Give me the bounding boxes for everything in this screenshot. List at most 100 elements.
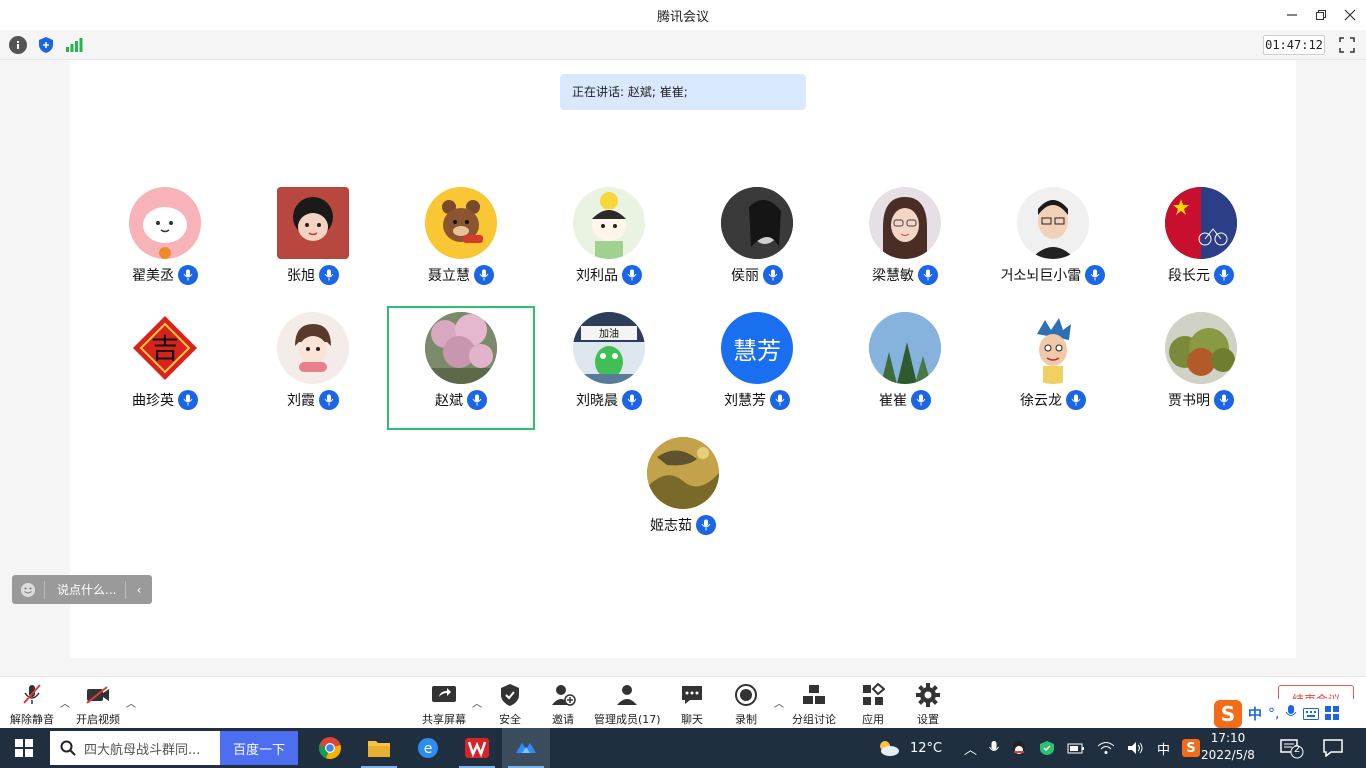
avatar: [721, 187, 793, 259]
fullscreen-icon: [1339, 37, 1355, 53]
audio-options-chevron-up-icon[interactable]: ︿: [60, 695, 70, 710]
mic-muted-icon: [19, 683, 45, 707]
shield-icon: [497, 683, 523, 707]
minimize-button[interactable]: [1280, 3, 1304, 27]
avatar: [869, 312, 941, 384]
invite-button[interactable]: 邀请: [550, 683, 576, 727]
avatar: 慧芳: [721, 312, 793, 384]
avatar-initials: 慧芳: [733, 336, 781, 365]
participant-tile[interactable]: 慧芳 刘慧芳: [683, 306, 831, 430]
apps-icon: [860, 683, 886, 707]
wifi-icon: [1097, 742, 1115, 754]
settings-button[interactable]: 设置: [915, 683, 941, 727]
taskbar-file-explorer[interactable]: [355, 728, 403, 768]
security-button[interactable]: 安全: [497, 683, 523, 727]
chat-button[interactable]: 聊天: [679, 683, 705, 727]
participant-tile[interactable]: 贾书明: [1127, 306, 1275, 430]
emoji-icon[interactable]: [12, 582, 44, 598]
participant-tile[interactable]: 刘霞: [239, 306, 387, 430]
members-icon: [614, 683, 640, 707]
tencent-meeting-icon: [516, 743, 536, 753]
taskbar-wps[interactable]: [453, 728, 501, 768]
participant-tile[interactable]: 加油 刘晓晨: [535, 306, 683, 430]
input-language[interactable]: 中: [1157, 739, 1170, 758]
security-shield-icon[interactable]: [37, 36, 55, 54]
start-button[interactable]: [0, 728, 48, 768]
participant-name: 崔崔: [879, 393, 907, 409]
mic-icon: [319, 265, 339, 285]
chat-quick-input[interactable]: 说点什么... ‹: [12, 575, 152, 604]
baidu-search-button[interactable]: 百度一下: [220, 731, 298, 765]
mic-icon: [1214, 265, 1234, 285]
participant-name: 曲珍英: [132, 393, 174, 409]
participant-tile[interactable]: 徐云龙: [979, 306, 1127, 430]
avatar: [277, 187, 349, 259]
signal-strength-icon[interactable]: [65, 36, 83, 54]
mic-icon: [178, 265, 198, 285]
ime-mode[interactable]: 中: [1248, 704, 1262, 724]
avatar: [573, 187, 645, 259]
apps-button[interactable]: 应用: [860, 683, 886, 727]
taskbar-clock[interactable]: 17:10 2022/5/8: [1196, 730, 1260, 764]
participant-name: 聂立慧: [428, 268, 470, 284]
mic-icon: [474, 265, 494, 285]
participant-name: 姬志茹: [650, 518, 692, 534]
mic-icon: [1085, 265, 1106, 285]
avatar: 吉: [129, 312, 201, 384]
breakout-grid-icon: [801, 683, 827, 707]
ime-keyboard-icon[interactable]: [1303, 705, 1320, 724]
taskbar-tencent-meeting[interactable]: [502, 728, 550, 768]
start-video-button[interactable]: 开启视频: [76, 683, 120, 727]
participant-tile[interactable]: 崔崔: [831, 306, 979, 430]
tray-expand-chevron-icon[interactable]: ︿: [964, 739, 977, 758]
participant-tile[interactable]: 刘利品: [535, 181, 683, 305]
participant-tile[interactable]: 段长元: [1127, 181, 1275, 305]
taskbar-chrome[interactable]: [306, 728, 354, 768]
participant-tile[interactable]: 聂立慧: [387, 181, 535, 305]
record-options-chevron-up-icon[interactable]: ︿: [774, 695, 784, 710]
close-button[interactable]: [1338, 3, 1362, 27]
avatar: [277, 312, 349, 384]
collapse-chevron-icon[interactable]: ‹: [126, 583, 152, 597]
fullscreen-button[interactable]: [1338, 36, 1356, 54]
info-icon[interactable]: [9, 36, 27, 54]
show-desktop-messages[interactable]: [1323, 728, 1343, 768]
search-text[interactable]: 四大航母战斗群同...: [84, 739, 200, 758]
avatar: 加油: [573, 312, 645, 384]
sogou-ime-toolbar[interactable]: S 中 °,: [1210, 699, 1366, 729]
participant-tile[interactable]: 거소뇌巨小雷: [979, 181, 1127, 305]
ime-punctuation-icon[interactable]: °,: [1268, 706, 1279, 722]
qq-icon: [1013, 741, 1026, 755]
participant-tile[interactable]: 翟美丞: [91, 181, 239, 305]
add-user-icon: [550, 683, 576, 707]
record-button[interactable]: 录制: [733, 683, 759, 727]
participant-name: 段长元: [1168, 268, 1210, 284]
breakout-rooms-button[interactable]: 分组讨论: [792, 683, 836, 727]
avatar: [1017, 312, 1089, 384]
weather-widget[interactable]: 12°C: [876, 728, 942, 768]
restore-button[interactable]: [1309, 3, 1333, 27]
notification-center-button[interactable]: 2: [1280, 728, 1306, 768]
ie-browser-icon: e: [418, 738, 438, 758]
chat-placeholder[interactable]: 说点什么...: [45, 581, 125, 598]
mic-icon: [763, 265, 783, 285]
ime-menu-icon[interactable]: [1325, 705, 1340, 724]
participant-tile-active-speaker[interactable]: 赵斌: [387, 306, 535, 430]
video-options-chevron-up-icon[interactable]: ︿: [126, 695, 136, 710]
mic-icon: [1066, 390, 1086, 410]
taskbar-ie-browser[interactable]: e: [404, 728, 452, 768]
mic-icon: [1214, 390, 1234, 410]
participant-tile[interactable]: 姬志茹: [609, 431, 757, 555]
unmute-button[interactable]: 解除静音: [10, 683, 54, 727]
participant-tile[interactable]: 侯丽: [683, 181, 831, 305]
participant-tile[interactable]: 梁慧敏: [831, 181, 979, 305]
share-screen-button[interactable]: 共享屏幕: [422, 683, 466, 727]
participant-tile[interactable]: 吉 曲珍英: [91, 306, 239, 430]
avatar: [129, 187, 201, 259]
participant-tile[interactable]: 张旭: [239, 181, 387, 305]
mic-icon: [319, 390, 339, 410]
ime-voice-icon[interactable]: [1285, 704, 1297, 724]
taskbar-search-box[interactable]: 四大航母战斗群同...: [50, 731, 220, 765]
share-options-chevron-up-icon[interactable]: ︿: [472, 695, 482, 710]
manage-members-button[interactable]: 管理成员(17): [594, 683, 661, 727]
